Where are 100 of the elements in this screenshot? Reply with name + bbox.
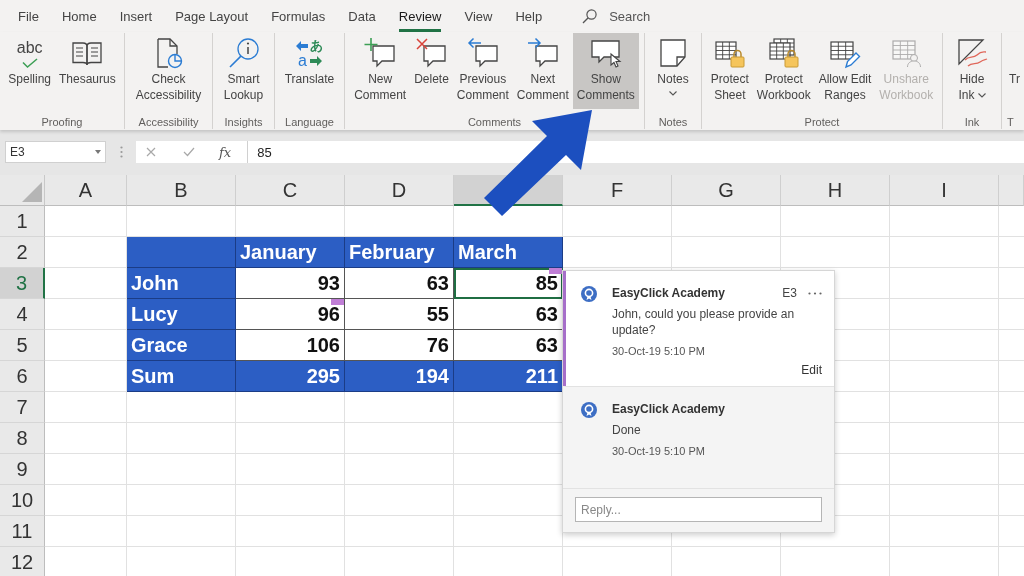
comment-delete-icon	[415, 37, 448, 69]
row-header[interactable]: 3	[0, 268, 45, 299]
row-header[interactable]: 6	[0, 361, 45, 392]
ribbon-button[interactable]: Protect Workbook	[752, 33, 815, 109]
column-header[interactable]: A	[45, 175, 127, 206]
column-header[interactable]: D	[345, 175, 454, 206]
menu-tab[interactable]: Review	[398, 0, 442, 32]
ribbon-button[interactable]: New Comment	[350, 33, 411, 109]
table-cell: John	[127, 268, 236, 299]
menu-tab[interactable]: File	[18, 0, 39, 32]
row-header[interactable]: 4	[0, 299, 45, 330]
row-header[interactable]: 10	[0, 485, 45, 516]
edit-button[interactable]: Edit	[801, 362, 822, 378]
checkmark-icon[interactable]	[183, 147, 195, 157]
checkmark-icon	[21, 57, 38, 68]
column-header[interactable]: F	[563, 175, 672, 206]
menu-tab[interactable]: Home	[61, 0, 97, 32]
comment-right-arrow-icon	[526, 37, 559, 69]
search-icon	[582, 8, 598, 24]
insert-function-button[interactable]: fx	[219, 144, 232, 160]
chevron-down-icon	[977, 93, 986, 99]
triangle-icon	[22, 182, 42, 202]
ribbon-button[interactable]: Thesaurus	[55, 33, 120, 109]
grid-person-icon	[890, 37, 923, 69]
ribbon-button[interactable]: Notes	[653, 33, 693, 109]
ribbon-button[interactable]: Protect Sheet	[706, 33, 753, 109]
cell-value: 55	[426, 304, 449, 324]
comment-date: 30-Oct-19 5:10 PM	[612, 444, 706, 459]
group-label: Comments	[467, 115, 522, 129]
group-label: Protect	[804, 115, 840, 129]
row-header[interactable]: 2	[0, 237, 45, 268]
comment-cursor-icon	[589, 37, 622, 69]
icon-text: あ	[310, 38, 323, 53]
ribbon-button[interactable]: abc Spelling	[4, 33, 55, 109]
ribbon-button[interactable]: Hide Ink	[952, 33, 992, 109]
row-header[interactable]: 12	[0, 547, 45, 576]
menu-tab[interactable]: Formulas	[271, 0, 326, 32]
ribbon-button[interactable]: Delete	[410, 33, 453, 109]
icon-text: a	[298, 53, 307, 68]
column-header[interactable]: H	[781, 175, 890, 206]
column-header[interactable]: C	[236, 175, 345, 206]
row-header[interactable]: 7	[0, 392, 45, 423]
column-header[interactable]: B	[127, 175, 236, 206]
icon-text: abc	[16, 38, 43, 57]
cell-value: 96	[317, 304, 340, 324]
menu-tab[interactable]: Help	[515, 0, 543, 32]
row-header[interactable]: 8	[0, 423, 45, 454]
info-magnifier-icon	[227, 37, 260, 69]
menu-tab[interactable]: Page Layout	[175, 0, 249, 32]
ribbon-button[interactable]: Next Comment	[512, 33, 573, 109]
name-box[interactable]: E3	[5, 141, 106, 163]
reply-field[interactable]: Reply...	[575, 497, 822, 522]
search-field[interactable]: Search	[609, 8, 680, 24]
cell-value: 211	[525, 366, 558, 386]
arrow-left-icon	[296, 40, 309, 51]
ribbon-button[interactable]: あ a Translate	[280, 33, 339, 109]
table-header-cell: January	[236, 237, 345, 268]
cell-value: 63	[426, 273, 449, 293]
cancel-icon[interactable]	[146, 147, 156, 157]
menu-tab[interactable]: Insert	[119, 0, 153, 32]
cell-value: 76	[426, 335, 449, 355]
menu-tab[interactable]: Data	[348, 0, 376, 32]
table-header-cell: February	[345, 237, 454, 268]
group-label: Language	[285, 115, 334, 129]
ribbon-button[interactable]: Tr	[1007, 33, 1022, 109]
ribbon-button[interactable]: Allow Edit Ranges	[814, 33, 876, 109]
arrow-right-icon	[310, 55, 323, 66]
group-label: Insights	[224, 115, 263, 129]
cell-value: 63	[535, 335, 558, 355]
more-options-icon[interactable]	[808, 291, 822, 295]
menu-tab[interactable]: View	[464, 0, 493, 32]
group-label: Notes	[658, 115, 688, 129]
cell-value: 194	[415, 366, 449, 386]
drag-handle-icon	[120, 146, 123, 158]
group-label: Ink	[964, 115, 980, 129]
comment-text: John, could you please provide an update?	[612, 306, 796, 338]
select-all-button[interactable]	[0, 175, 45, 206]
group-label: Proofing	[41, 115, 83, 129]
row-header[interactable]: 9	[0, 454, 45, 485]
group-label: Accessibility	[138, 115, 199, 129]
caret-icon	[95, 150, 101, 154]
ribbon-button[interactable]: Previous Comment	[452, 33, 513, 109]
pen-wave-icon	[956, 37, 988, 69]
column-header[interactable]: G	[672, 175, 781, 206]
cell-value: 85	[535, 273, 558, 293]
row-header[interactable]: 1	[0, 206, 45, 237]
ribbon-button[interactable]: Check Accessibility	[131, 33, 206, 109]
row-header[interactable]: 11	[0, 516, 45, 547]
group-label: T	[1007, 115, 1014, 129]
table-cell: Grace	[127, 330, 236, 361]
ribbon-button[interactable]: Smart Lookup	[219, 33, 268, 109]
ribbon-button[interactable]: Show Comments	[572, 33, 639, 109]
cell-value: 63	[535, 304, 558, 324]
column-header[interactable]: I	[890, 175, 999, 206]
comment-date: 30-Oct-19 5:10 PM	[612, 344, 706, 359]
row-header[interactable]: 5	[0, 330, 45, 361]
comment-author: EasyClick Academy	[612, 285, 726, 301]
cell-value: 295	[306, 366, 340, 386]
chevron-down-icon	[669, 91, 677, 96]
sticky-note-icon	[657, 37, 689, 69]
